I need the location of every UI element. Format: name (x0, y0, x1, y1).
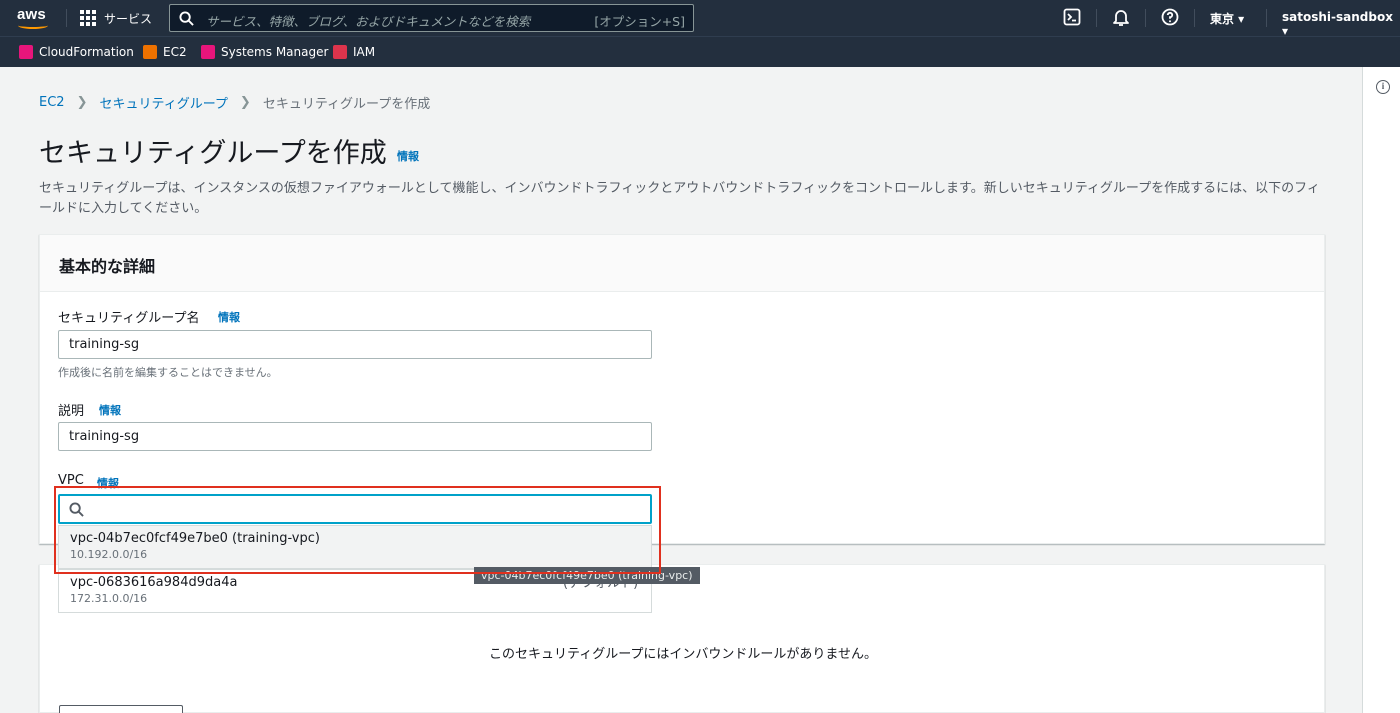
vpc-option-cidr: 172.31.0.0/16 (70, 592, 148, 605)
description-label: 説明 (58, 404, 85, 419)
search-placeholder: サービス、特徴、ブログ、およびドキュメントなどを検索 (206, 14, 531, 29)
breadcrumb-security-groups[interactable]: セキュリティグループ (99, 93, 227, 112)
page-title: セキュリティグループを作成 (39, 138, 387, 169)
ec2-icon (143, 45, 157, 59)
favorite-iam[interactable]: IAM (333, 45, 375, 59)
aws-logo[interactable]: aws (16, 5, 50, 31)
region-selector[interactable]: 東京 ▾ (1210, 10, 1244, 27)
security-group-name-label: セキュリティグループ名 (58, 311, 200, 326)
help-icon[interactable] (1161, 8, 1179, 26)
breadcrumb-ec2[interactable]: EC2 (39, 95, 65, 110)
top-navigation-bar: aws サービス サービス、特徴、ブログ、およびドキュメントなどを検索 [オプシ… (0, 0, 1400, 38)
grid-icon (80, 10, 96, 26)
chevron-right-icon: ❯ (239, 95, 251, 110)
aws-smile-icon (18, 22, 48, 29)
description-info-link[interactable]: 情報 (99, 402, 121, 418)
page-description: セキュリティグループは、インスタンスの仮想ファイアウォールとして機能し、インバウ… (39, 181, 1320, 216)
favorite-label: EC2 (163, 45, 187, 59)
favorite-label: Systems Manager (221, 45, 329, 59)
divider (1194, 9, 1195, 27)
annotation-highlight-box (54, 486, 661, 574)
favorites-bar: CloudFormation EC2 Systems Manager IAM (0, 36, 1400, 67)
basic-details-heading: 基本的な詳細 (40, 235, 1324, 292)
global-search-input[interactable]: サービス、特徴、ブログ、およびドキュメントなどを検索 [オプション+S] (169, 4, 694, 32)
divider (1096, 9, 1097, 27)
name-helper-text: 作成後に名前を編集することはできません。 (58, 366, 278, 379)
cloudshell-icon[interactable] (1063, 8, 1081, 26)
favorite-label: IAM (353, 45, 376, 59)
systems-manager-icon (201, 45, 215, 59)
divider (66, 9, 67, 27)
bell-icon[interactable] (1112, 8, 1130, 26)
info-icon[interactable]: i (1376, 80, 1390, 94)
cloudformation-icon (19, 45, 33, 59)
iam-icon (333, 45, 347, 59)
search-icon (179, 11, 194, 26)
breadcrumb: EC2 ❯ セキュリティグループ ❯ セキュリティグループを作成 (39, 93, 430, 112)
favorite-ec2[interactable]: EC2 (143, 45, 187, 59)
chevron-right-icon: ❯ (76, 95, 88, 110)
title-info-link[interactable]: 情報 (397, 148, 419, 164)
aws-logo-text: aws (17, 6, 46, 23)
breadcrumb-current: セキュリティグループを作成 (262, 97, 431, 112)
divider (1266, 9, 1267, 27)
account-menu[interactable]: satoshi-sandbox ▾ (1282, 10, 1400, 38)
services-menu-button[interactable]: サービス (80, 0, 152, 36)
divider (1145, 9, 1146, 27)
favorite-systems-manager[interactable]: Systems Manager (201, 45, 328, 59)
services-label: サービス (104, 11, 153, 26)
name-info-link[interactable]: 情報 (218, 309, 240, 325)
favorite-cloudformation[interactable]: CloudFormation (19, 45, 134, 59)
description-input[interactable]: training-sg (58, 422, 652, 451)
search-shortcut-hint: [オプション+S] (594, 14, 685, 29)
favorite-label: CloudFormation (39, 45, 134, 59)
help-panel-rail: i (1362, 67, 1400, 713)
inbound-empty-message: このセキュリティグループにはインバウンドルールがありません。 (488, 647, 878, 662)
security-group-name-input[interactable]: training-sg (58, 330, 652, 359)
add-rule-button[interactable] (59, 705, 183, 713)
